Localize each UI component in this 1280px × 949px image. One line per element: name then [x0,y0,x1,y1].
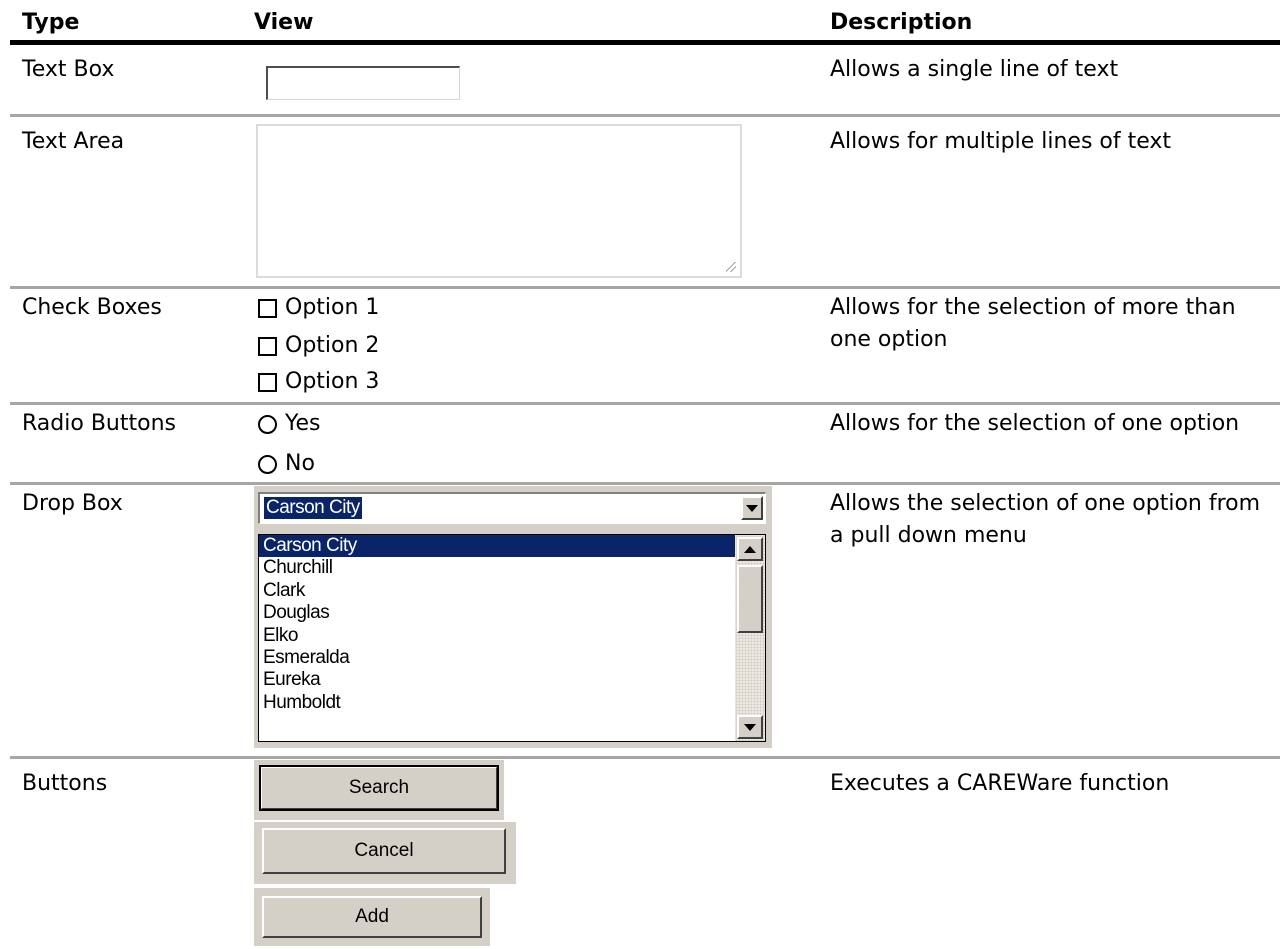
row-desc-drop-box: Allows the selection of one option from … [830,491,1261,548]
row-type-buttons: Buttons [22,771,108,796]
list-item[interactable]: Douglas [259,602,735,624]
row-separator [10,402,1280,405]
list-scrollbar[interactable] [735,535,765,741]
dropdown-button[interactable] [741,496,763,520]
button-sample-backdrop: Cancel [254,822,516,884]
drop-box-sample: Carson City Carson City Churchill Clark … [254,486,772,748]
row-separator [10,114,1280,117]
button-sample-backdrop: Add [254,888,490,946]
row-desc-buttons: Executes a CAREWare function [830,771,1170,796]
checkbox-label: Option 2 [285,333,380,358]
list-item[interactable]: Carson City [259,535,735,558]
button-sample-backdrop: Search [254,760,504,820]
list-item[interactable]: Clark [259,580,735,602]
sample-text-box[interactable] [266,66,460,100]
dropdown-list[interactable]: Carson City Churchill Clark Douglas Elko… [258,534,766,742]
row-type-text-area: Text Area [22,129,125,154]
search-button[interactable]: Search [259,765,499,811]
radio-label: No [285,451,315,476]
radio-icon[interactable] [258,454,277,474]
list-item[interactable]: Esmeralda [259,647,735,669]
scroll-thumb[interactable] [737,565,763,633]
county-select[interactable]: Carson City [258,492,766,524]
row-desc-check-boxes: Allows for the selection of more than on… [830,295,1236,352]
add-button[interactable]: Add [262,896,482,938]
list-item[interactable]: Humboldt [259,692,735,714]
resize-grip-icon[interactable] [726,262,736,272]
row-type-radio-buttons: Radio Buttons [22,411,176,436]
row-separator [10,756,1280,759]
scroll-down-button[interactable] [737,715,763,739]
checkbox-icon[interactable] [258,298,277,318]
checkbox-option-2[interactable]: Option 2 [258,330,379,362]
row-separator [10,286,1280,289]
checkbox-label: Option 1 [285,295,380,320]
list-item[interactable]: Eureka [259,669,735,691]
row-desc-text-area: Allows for multiple lines of text [830,129,1172,154]
row-type-check-boxes: Check Boxes [22,295,162,320]
chevron-up-icon [744,545,756,553]
header-type: Type [22,10,80,35]
row-separator [10,482,1280,485]
radio-icon[interactable] [258,414,277,434]
header-rule [10,40,1280,45]
row-type-text-box: Text Box [22,57,115,82]
row-desc-text-box: Allows a single line of text [830,57,1119,82]
checkbox-option-3[interactable]: Option 3 [258,366,379,398]
checkbox-icon[interactable] [258,336,277,356]
list-item[interactable]: Churchill [259,557,735,579]
checkbox-icon[interactable] [258,372,277,392]
scroll-up-button[interactable] [737,537,763,561]
radio-option-yes[interactable]: Yes [258,408,321,440]
checkbox-option-1[interactable]: Option 1 [258,292,379,324]
checkbox-label: Option 3 [285,369,380,394]
radio-label: Yes [285,411,321,436]
row-type-drop-box: Drop Box [22,491,123,516]
header-view: View [254,10,314,35]
chevron-down-icon [744,723,756,731]
row-desc-radio-buttons: Allows for the selection of one option [830,411,1240,436]
radio-option-no[interactable]: No [258,448,315,480]
header-description: Description [830,10,973,35]
select-value: Carson City [264,497,362,519]
chevron-down-icon [746,504,758,512]
sample-text-area[interactable] [256,124,742,278]
list-item[interactable]: Elko [259,625,735,647]
cancel-button[interactable]: Cancel [262,828,506,874]
